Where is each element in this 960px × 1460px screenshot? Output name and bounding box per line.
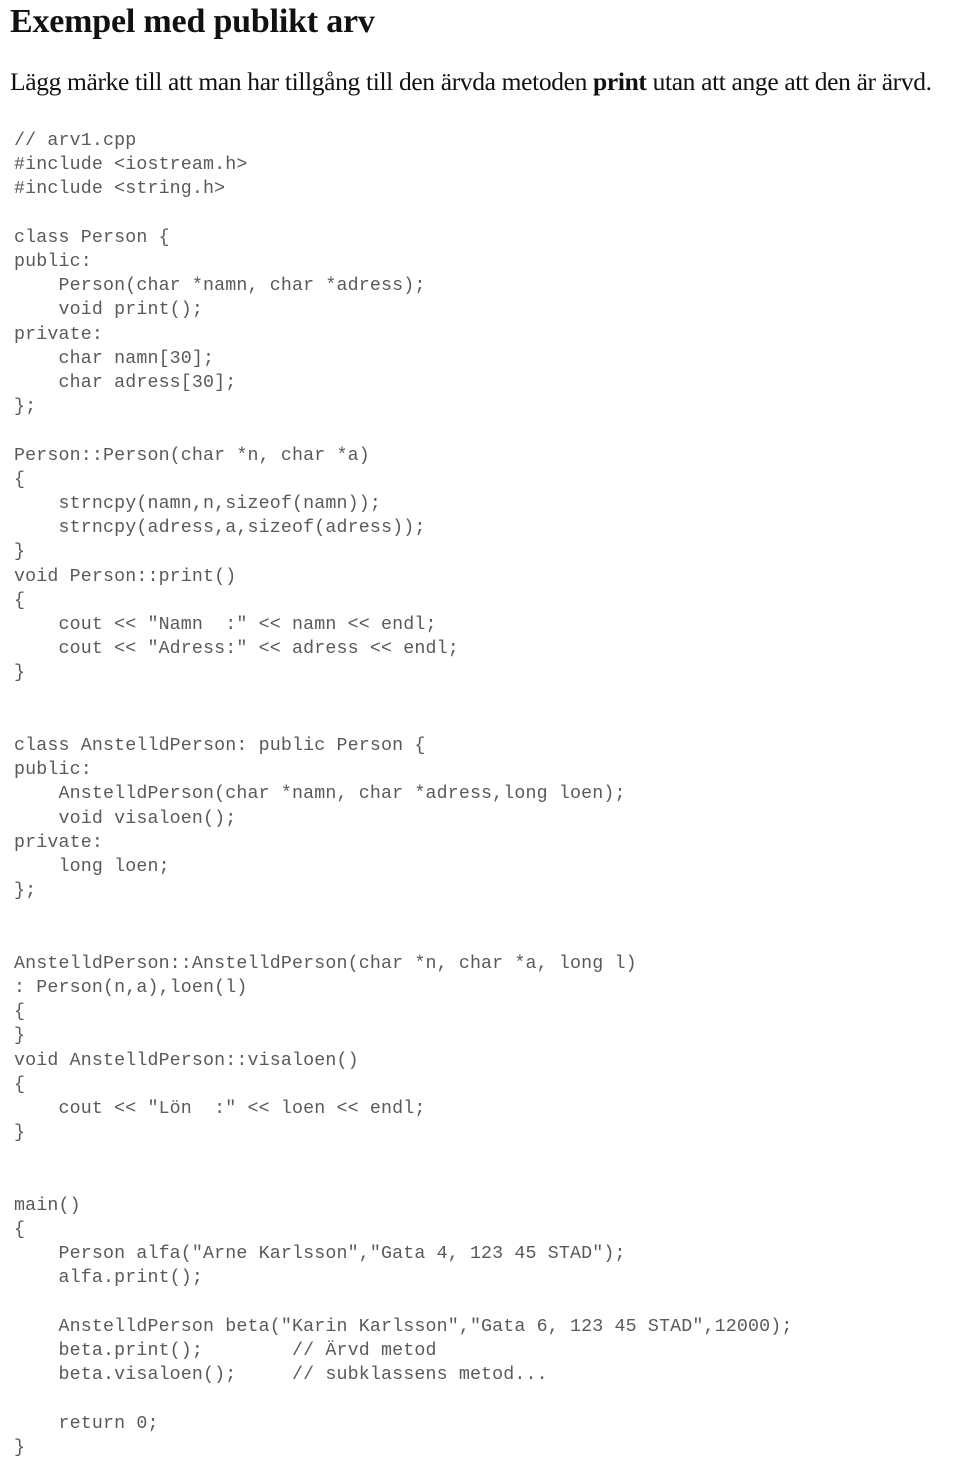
code-line: {: [14, 1220, 26, 1241]
code-line: public:: [14, 252, 92, 272]
code-line: {: [14, 1002, 26, 1023]
code-listing: // arv1.cpp #include <iostream.h> #include…: [8, 129, 952, 1460]
page-title: Exempel med publikt arv: [10, 3, 375, 40]
code-line: void visaloen();: [14, 808, 237, 829]
code-line: }: [14, 1123, 26, 1144]
code-line: char namn[30];: [14, 348, 215, 369]
code-line: };: [14, 881, 37, 902]
code-line: {: [14, 1074, 26, 1095]
code-line: : Person(n,a),loen(l): [14, 978, 248, 999]
code-line: void print();: [14, 300, 204, 321]
code-line: Person::Person(char *n, char *a): [14, 445, 370, 466]
code-line: char adress[30];: [14, 373, 237, 394]
code-line: private:: [14, 832, 103, 853]
code-line: beta.print(); // Ärvd metod: [14, 1341, 437, 1362]
code-line: AnstelldPerson beta("Karin Karlsson","Ga…: [14, 1316, 793, 1337]
code-line: alfa.print();: [14, 1268, 204, 1289]
code-line: AnstelldPerson::AnstelldPerson(char *n, …: [14, 953, 637, 974]
code-line: }: [14, 663, 26, 684]
intro-keyword-print: print: [593, 67, 647, 96]
code-line: }: [14, 1437, 26, 1458]
code-line: class AnstelldPerson: public Person {: [14, 736, 426, 757]
intro-text-after: utan att ange att den är ärvd.: [646, 67, 932, 96]
code-line: class Person {: [14, 227, 170, 248]
code-line: }: [14, 1026, 26, 1047]
code-line: cout << "Lön :" << loen << endl;: [14, 1099, 426, 1120]
code-line: {: [14, 590, 26, 611]
code-line: };: [14, 397, 37, 418]
code-line: {: [14, 469, 26, 490]
code-line: void AnstelldPerson::visaloen(): [14, 1050, 359, 1071]
intro-text-before: Lägg märke till att man har tillgång til…: [10, 67, 594, 96]
code-line: public:: [14, 760, 92, 781]
document-page: Exempel med publikt arv Lägg märke till …: [0, 2, 960, 1458]
code-line: AnstelldPerson(char *namn, char *adress,…: [14, 784, 626, 805]
code-line: }: [14, 542, 26, 563]
code-line: #include <iostream.h>: [14, 155, 248, 176]
code-line: strncpy(adress,a,sizeof(adress));: [14, 518, 426, 539]
code-line: beta.visaloen(); // subklassens metod...: [14, 1365, 548, 1386]
code-line: // arv1.cpp: [14, 131, 137, 151]
code-line: strncpy(namn,n,sizeof(namn));: [14, 494, 381, 515]
intro-paragraph: Lägg märke till att man har tillgång til…: [10, 66, 952, 98]
code-line: Person(char *namn, char *adress);: [14, 276, 426, 297]
code-line: cout << "Namn :" << namn << endl;: [14, 615, 437, 636]
code-line: #include <string.h>: [14, 179, 226, 200]
code-line: cout << "Adress:" << adress << endl;: [14, 639, 459, 660]
code-line: main(): [14, 1195, 81, 1216]
code-line: long loen;: [14, 857, 170, 878]
code-line: return 0;: [14, 1413, 159, 1434]
code-line: Person alfa("Arne Karlsson","Gata 4, 123…: [14, 1244, 626, 1265]
code-line: void Person::print(): [14, 566, 237, 587]
code-line: private:: [14, 324, 103, 345]
